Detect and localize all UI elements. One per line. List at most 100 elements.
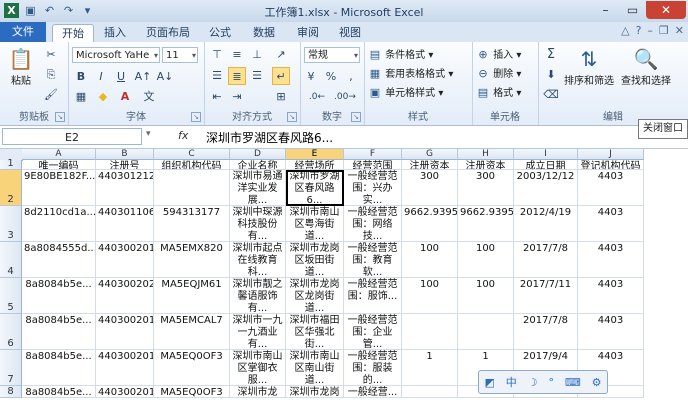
tab-insert[interactable]: 插入	[98, 24, 132, 42]
header-cell[interactable]: 成立日期	[514, 160, 578, 170]
table-cell[interactable]: MA5EQ0OF3	[154, 350, 230, 386]
doc-restore-icon[interactable]: ❐	[659, 24, 669, 37]
table-cell[interactable]: 8a8084b5e...	[22, 386, 96, 398]
ime-punct-icon[interactable]: °	[548, 376, 554, 389]
table-cell[interactable]: 一般经营范围：企业管...	[344, 314, 402, 350]
increase-decimal-icon[interactable]: .0←	[308, 88, 326, 106]
table-cell[interactable]	[402, 386, 458, 398]
column-header[interactable]: D	[230, 149, 286, 160]
header-cell[interactable]: 登记机构代码号	[578, 160, 644, 170]
header-cell[interactable]: 经营场所	[286, 160, 344, 170]
align-right-icon[interactable]: ☰	[248, 67, 266, 85]
table-cell[interactable]: 9E80BE182F...	[22, 170, 96, 206]
column-header[interactable]: J	[578, 149, 644, 160]
row-header[interactable]: 1	[0, 158, 22, 170]
tab-review[interactable]: 审阅	[292, 24, 324, 42]
table-cell[interactable]: 4403	[578, 242, 644, 278]
table-cell[interactable]: 一般经营范围：教育软...	[344, 242, 402, 278]
row-header[interactable]: 3	[0, 206, 22, 242]
dialog-launcher-icon[interactable]: ↘	[351, 112, 361, 122]
table-cell[interactable]: 深圳市南山区掌御衣服...	[230, 350, 286, 386]
conditional-format-button[interactable]: ▤ 条件格式 ▾	[368, 46, 434, 62]
column-header[interactable]: H	[458, 149, 514, 160]
table-cell[interactable]: 8a8084b5e...	[22, 314, 96, 350]
close-icon[interactable]: ✕	[646, 1, 686, 19]
format-as-table-button[interactable]: ▦ 套用表格格式 ▾	[368, 65, 454, 81]
align-left-icon[interactable]: ☰	[208, 67, 226, 85]
doc-close-icon[interactable]: ✕	[675, 24, 684, 37]
table-cell[interactable]: 2017/7/8	[514, 242, 578, 278]
fill-icon[interactable]: ⬇	[542, 66, 560, 84]
increase-indent-icon[interactable]: ⇥	[228, 88, 246, 106]
table-cell[interactable]: MA5EQJM61	[154, 278, 230, 314]
italic-button[interactable]: I	[92, 68, 110, 86]
row-header[interactable]: 8	[0, 386, 22, 398]
help-icon[interactable]: ?	[636, 24, 642, 37]
table-cell[interactable]: 4403012129...	[96, 170, 154, 206]
ime-halfwidth-icon[interactable]: ☽	[528, 376, 538, 389]
format-cells-button[interactable]: ▤ 格式 ▾	[476, 84, 522, 100]
table-cell[interactable]: 4403002018...	[96, 350, 154, 386]
table-cell[interactable]: 深圳市龙岗区龙岗街道...	[286, 278, 344, 314]
autosum-button[interactable]: Σ	[542, 46, 560, 64]
align-bottom-icon[interactable]: ⊥	[248, 46, 266, 64]
row-header[interactable]: 6	[0, 314, 22, 350]
table-cell[interactable]: 300	[458, 170, 514, 206]
table-cell[interactable]: 深圳市龙岗区...	[286, 386, 344, 398]
spreadsheet-grid[interactable]: A B C D E F G H I J 1 2 3 4 5 6 7 8 唯一编码 注册号 组织机构代码 企业名称 经营场所经…	[0, 149, 688, 400]
table-cell[interactable]	[154, 170, 230, 206]
font-name-combo[interactable]: Microsoft YaHe ▾	[72, 47, 160, 63]
maximize-icon[interactable]: ▭	[619, 1, 646, 19]
ime-keyboard-icon[interactable]: ⌨	[565, 376, 581, 389]
delete-cells-button[interactable]: ⊖ 删除 ▾	[476, 65, 521, 81]
table-cell[interactable]: 一般经营范围：服装的...	[344, 350, 402, 386]
table-cell[interactable]: 深圳市罗湖区春风路6...	[286, 170, 344, 206]
phonetic-icon[interactable]: 文	[140, 88, 158, 106]
dialog-launcher-icon[interactable]: ↘	[191, 112, 201, 122]
table-cell[interactable]: 深圳市龙岗...	[230, 386, 286, 398]
header-cell[interactable]: 注册资本	[402, 160, 458, 170]
ime-settings-icon[interactable]: ⚙	[592, 376, 602, 389]
cut-icon[interactable]: ✂	[42, 46, 60, 64]
table-cell[interactable]: 一般经营范围：服饰...	[344, 278, 402, 314]
header-cell[interactable]: 唯一编码	[22, 160, 96, 170]
table-cell[interactable]: 2017/7/11	[514, 278, 578, 314]
column-header[interactable]: C	[154, 149, 230, 160]
tab-data[interactable]: 数据	[248, 24, 280, 42]
table-cell[interactable]: MA5EQ0OF3	[154, 386, 230, 398]
column-header[interactable]: I	[514, 149, 578, 160]
table-cell[interactable]: 4403	[578, 170, 644, 206]
currency-icon[interactable]: ¥	[302, 68, 320, 86]
merge-center-icon[interactable]: ⊞	[272, 88, 290, 106]
wrap-text-icon[interactable]: ↵	[272, 67, 290, 85]
row-header[interactable]: 7	[0, 350, 22, 386]
table-cell[interactable]: 9662.9395	[458, 206, 514, 242]
align-center-icon[interactable]: ≣	[228, 67, 246, 85]
table-cell[interactable]: 4403002018...	[96, 386, 154, 398]
table-cell[interactable]	[402, 314, 458, 350]
row-header[interactable]: 5	[0, 278, 22, 314]
ime-logo-icon[interactable]: ◩	[484, 376, 494, 389]
table-cell[interactable]: 100	[458, 278, 514, 314]
table-cell[interactable]: 2012/4/19	[514, 206, 578, 242]
close-window-button[interactable]: 关闭窗口	[638, 119, 688, 139]
fill-color-icon[interactable]: ◆	[94, 88, 112, 106]
formula-input[interactable]: 深圳市罗湖区春风路6...	[206, 129, 333, 146]
font-color-icon[interactable]: A	[116, 88, 134, 106]
tab-page-layout[interactable]: 页面布局	[140, 24, 196, 42]
table-cell[interactable]: 8a8084555d...	[22, 242, 96, 278]
header-cell[interactable]: 注册号	[96, 160, 154, 170]
table-cell[interactable]: 深圳市南山区粤海街道...	[286, 206, 344, 242]
table-cell[interactable]: 2017/7/8	[514, 314, 578, 350]
table-cell[interactable]: 一般经营范围：网络技...	[344, 206, 402, 242]
column-header[interactable]: B	[96, 149, 154, 160]
table-cell[interactable]: MA5EMCAL7	[154, 314, 230, 350]
table-cell[interactable]: 深圳市易通洋实业发展...	[230, 170, 286, 206]
table-cell[interactable]: 8d2110cd1a...	[22, 206, 96, 242]
table-cell[interactable]: 一般经营...	[344, 386, 402, 398]
table-cell[interactable]: 1	[402, 350, 458, 386]
table-cell[interactable]: 4403002018...	[96, 242, 154, 278]
align-top-icon[interactable]: ⊤	[208, 46, 226, 64]
column-header[interactable]: E	[286, 149, 344, 160]
table-cell[interactable]: 4403	[578, 278, 644, 314]
